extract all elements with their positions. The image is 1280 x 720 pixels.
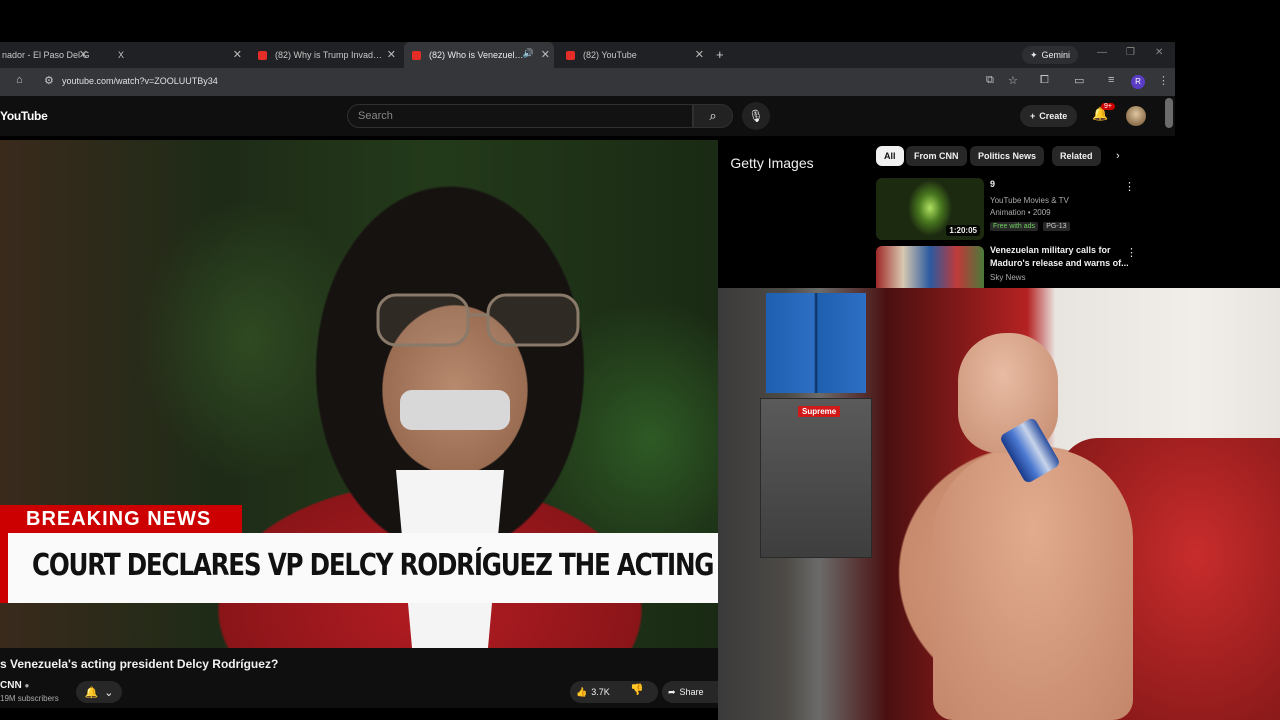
chip-related[interactable]: Related — [1052, 146, 1101, 166]
home-icon[interactable]: ⌂ — [16, 74, 23, 86]
youtube-logo[interactable]: YouTube — [0, 109, 48, 123]
minimize-icon[interactable]: — — [1097, 47, 1107, 58]
youtube-favicon-icon — [258, 50, 267, 60]
free-with-ads-tag: Free with ads — [990, 222, 1039, 231]
duration-badge: 1:20:05 — [946, 225, 980, 236]
page-scrollbar[interactable] — [1165, 98, 1173, 128]
microphone-icon[interactable]: 🎙 — [742, 102, 770, 130]
search-input[interactable]: Search — [347, 104, 693, 128]
chip-politics-news[interactable]: Politics News — [970, 146, 1045, 166]
video-player[interactable]: Getty Images BREAKING NEWS COURT DECLARE… — [0, 140, 718, 648]
bookmark-star-icon[interactable]: ☆ — [1008, 74, 1018, 87]
tab-youtube[interactable]: (82) YouTube ✕ — [558, 42, 708, 68]
window-close-icon[interactable]: ✕ — [1155, 47, 1163, 58]
video-title: s Venezuela's acting president Delcy Rod… — [0, 657, 279, 671]
install-app-icon[interactable]: ⧉ — [986, 74, 994, 87]
tab-venezuela-acting-president[interactable]: (82) Who is Venezuela's act 🔊 ✕ — [404, 42, 554, 68]
more-options-icon[interactable]: ⋮ — [1126, 246, 1137, 259]
teeth-graphic — [400, 390, 510, 430]
recommendation-channel: Sky News — [990, 273, 1026, 282]
close-icon[interactable]: ✕ — [233, 48, 242, 61]
supreme-sticker: Supreme — [798, 406, 841, 417]
subscriber-count: 19M subscribers — [0, 694, 59, 703]
thumbs-up-icon: 👍 — [576, 686, 588, 697]
rating-tag: PG-13 — [1043, 222, 1070, 231]
profile-avatar[interactable]: R — [1131, 75, 1145, 89]
create-button[interactable]: + Create — [1020, 105, 1078, 127]
glasses-graphic — [376, 293, 580, 347]
channel-name[interactable]: CNN ● — [0, 680, 29, 691]
recommendation-title[interactable]: 9 — [990, 178, 1130, 191]
account-avatar[interactable] — [1126, 106, 1146, 126]
youtube-favicon-icon — [566, 50, 575, 60]
maximize-icon[interactable]: ❐ — [1126, 47, 1135, 58]
recommendation-title[interactable]: Venezuelan military calls for Maduro's r… — [990, 246, 1130, 270]
news-headline-banner: COURT DECLARES VP DELCY RODRÍGUEZ THE AC… — [0, 533, 718, 603]
close-icon[interactable]: ✕ — [79, 48, 88, 61]
share-button[interactable]: ➦ Share — [662, 681, 718, 703]
thumbs-down-icon[interactable]: 👎 — [630, 683, 644, 696]
more-options-icon[interactable]: ⋮ — [1124, 180, 1135, 193]
url-field[interactable]: youtube.com/watch?v=ZOOLUUTBy34 — [62, 76, 218, 86]
chevron-down-icon: ⌄ — [104, 686, 114, 699]
plus-icon: + — [1030, 111, 1036, 121]
youtube-header: YouTube Search ⌕ 🎙 + Create 🔔 9+ — [0, 96, 1175, 136]
tab-trump-venezuela[interactable]: (82) Why is Trump Invading Ve ✕ — [252, 42, 400, 68]
site-settings-icon[interactable]: ⚙ — [44, 74, 54, 87]
mini-fridge — [760, 398, 872, 558]
address-bar: ⌂ ⚙ youtube.com/watch?v=ZOOLUUTBy34 ⧉ ☆ … — [0, 68, 1175, 96]
subscription-bell-button[interactable]: 🔔 ⌄ — [76, 681, 122, 703]
breaking-news-label: BREAKING NEWS — [0, 505, 242, 533]
headline-text: COURT DECLARES VP DELCY RODRÍGUEZ THE AC… — [32, 548, 718, 583]
close-icon[interactable]: ✕ — [695, 48, 704, 61]
video-thumbnail[interactable] — [876, 246, 984, 288]
chevron-right-icon[interactable]: › — [1116, 150, 1120, 162]
search-icon[interactable]: ⌕ — [693, 104, 733, 128]
sparkle-icon: ✦ — [1030, 49, 1038, 60]
recommendation-channel: YouTube Movies & TV — [990, 196, 1069, 205]
youtube-favicon-icon — [412, 50, 421, 60]
person-torso — [933, 448, 1133, 720]
video-thumbnail[interactable]: 1:20:05 — [876, 178, 984, 240]
verified-icon: ● — [24, 681, 30, 690]
tab-x[interactable]: X ✕ — [104, 42, 246, 68]
recommendation-item[interactable]: 1:20:05 9 YouTube Movies & TV Animation … — [876, 178, 1166, 242]
reading-list-icon[interactable]: ≡ — [1108, 74, 1114, 86]
menu-kebab-icon[interactable]: ⋮ — [1158, 74, 1169, 87]
recommendation-meta: Animation • 2009 — [990, 208, 1051, 217]
close-icon[interactable]: ✕ — [541, 48, 550, 61]
browser-tab-bar: nador - El Paso Del G ✕ X ✕ (82) Why is … — [0, 42, 1175, 68]
new-tab-icon[interactable]: + — [716, 47, 724, 62]
tab-el-paso[interactable]: nador - El Paso Del G ✕ — [0, 42, 92, 68]
beer-boxes — [766, 293, 866, 393]
recommendation-item[interactable]: Venezuelan military calls for Maduro's r… — [876, 246, 1166, 288]
split-view-icon[interactable]: ▭ — [1074, 74, 1084, 87]
webcam-overlay: Supreme — [718, 288, 1280, 720]
speaker-icon[interactable]: 🔊 — [523, 48, 534, 59]
chip-from-cnn[interactable]: From CNN — [906, 146, 967, 166]
bell-icon: 🔔 — [84, 686, 99, 699]
like-button[interactable]: 👍 3.7K — [570, 681, 658, 703]
notification-badge: 9+ — [1101, 103, 1115, 110]
chip-all[interactable]: All — [876, 146, 904, 166]
extensions-icon[interactable]: ⧠ — [1040, 74, 1049, 87]
gemini-button[interactable]: ✦ Gemini — [1022, 46, 1079, 64]
close-icon[interactable]: ✕ — [387, 48, 396, 61]
share-icon: ➦ — [668, 686, 676, 697]
video-info: s Venezuela's acting president Delcy Rod… — [0, 648, 718, 708]
getty-images-watermark: Getty Images — [720, 152, 824, 174]
